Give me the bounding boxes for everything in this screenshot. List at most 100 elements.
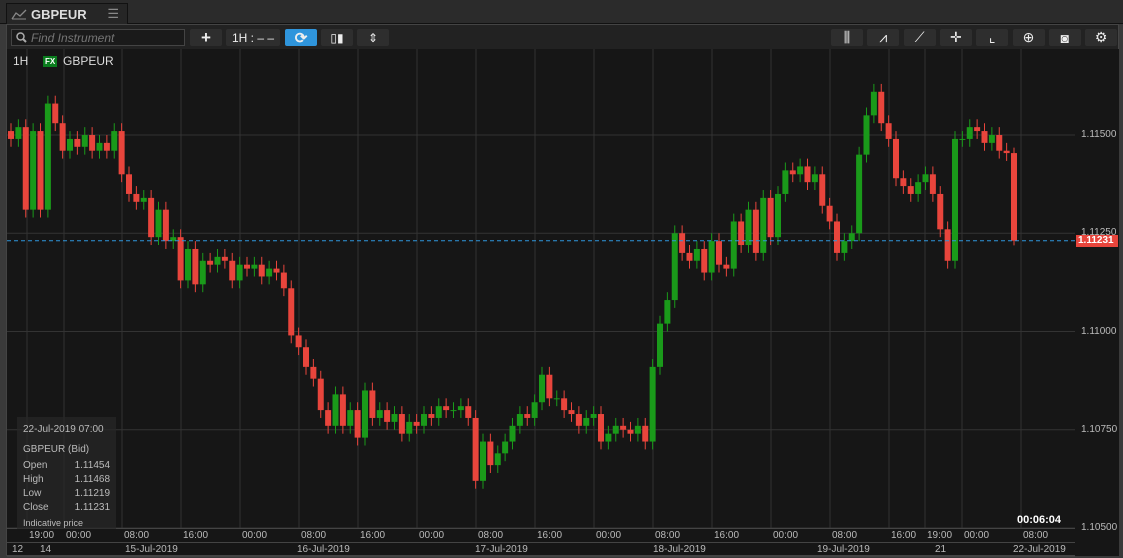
price-axis[interactable]: 1.11231 1.11500 1.11250 1.11000 1.10750 1.10… [1075,49,1119,556]
studies-button[interactable]: ⩘ [867,29,900,46]
hour-tick: 16:00 [183,530,209,541]
candle-body [15,127,22,139]
candle-body [44,103,51,210]
hour-tick: 00:00 [773,530,799,541]
candle [30,123,37,218]
camera-button[interactable]: ◙ [1048,29,1081,46]
candle [221,248,228,269]
layout-button[interactable]: ▯▮ [321,29,353,46]
candle-body [162,209,169,242]
candle-body [347,410,354,426]
price-tick: 1.11000 [1081,325,1117,337]
candle [192,241,199,293]
price-tick: 1.10750 [1081,423,1118,435]
candle [782,162,789,202]
candle [81,127,88,155]
candle-body [199,260,206,285]
candle [494,445,501,473]
candle-body [664,300,671,324]
candle-body [310,366,317,379]
find-instrument[interactable] [11,29,185,46]
info-key: Low [23,488,42,499]
candle [929,166,936,202]
candle [870,83,877,124]
candle [738,213,745,253]
candle [885,115,892,147]
candle-body [878,91,885,124]
candle [531,394,538,426]
candle [686,245,693,269]
tab-gbpeur[interactable]: GBPEUR ☰ [6,3,128,24]
candle [376,402,383,426]
refresh-button[interactable]: ⟳ [285,29,317,47]
candle-body [421,414,427,426]
add-button[interactable]: + [190,28,222,47]
candle [502,433,509,462]
candle-body [922,174,929,183]
candle-body [575,414,582,426]
candle-body [679,233,686,253]
candle-body [428,414,435,418]
candle-body [605,433,612,442]
candle [89,127,96,159]
candle-body [258,264,265,277]
curve-button[interactable]: ⌞ [976,29,1009,46]
interval-button[interactable]: 1H : – – [226,29,280,46]
fx-badge: FX [43,56,58,67]
candle [22,119,29,218]
candle-body [273,268,280,273]
candle [317,370,324,418]
candle-body [22,127,29,210]
hamburger-menu-icon[interactable]: ☰ [107,6,119,22]
candle [988,127,995,151]
trendline-icon: ⟋ [914,29,925,45]
candle [819,166,826,214]
candle [44,95,51,218]
info-value: 1.11231 [74,502,110,513]
candle [627,421,634,442]
date-tick: 19-Jul-2019 [817,544,870,555]
candle-body [509,425,516,442]
candle-body [74,138,81,147]
candle-body [966,127,973,139]
candle [590,406,597,426]
search-input[interactable] [31,30,181,45]
gear-button[interactable]: ⚙ [1085,29,1118,46]
candle [384,402,391,430]
candle [811,166,818,191]
candle-body [8,131,14,139]
info-row-high: High 1.11468 [23,473,110,487]
time-axis[interactable]: 19:00 00:00 08:00 16:00 00:00 08:00 16:00 00:00… [7,528,1075,557]
trendline-button[interactable]: ⟋ [903,29,936,46]
candle-body [295,335,302,348]
zoom-button[interactable]: ⊕ [1012,29,1045,46]
candle [428,406,435,426]
resize-button[interactable]: ⇕ [357,29,389,46]
candle-body [148,197,155,238]
candle [730,213,737,277]
candlestick-chart[interactable] [7,49,1075,528]
candle-body [782,170,789,194]
candle-body [531,402,538,418]
candle [789,162,796,183]
candle [664,292,671,332]
candle [856,146,863,242]
candle-body [834,221,840,253]
candle-body [988,135,995,143]
info-row-open: Open 1.11454 [23,459,110,473]
candle-body [244,264,250,269]
candle [148,190,155,246]
candle-body [280,272,287,289]
candle-body [723,264,730,269]
zoom-icon: ⊕ [1022,29,1035,45]
candle [671,225,678,308]
candle-body [251,264,258,269]
candle-body [221,256,228,261]
candle-body [1011,153,1017,241]
candle [273,260,280,281]
info-title: GBPEUR (Bid) [23,444,90,455]
candle-body [716,241,722,265]
crosshair-button[interactable]: ✛ [939,29,972,46]
indicators-button[interactable]: ⫼ [831,29,863,46]
candle-body [391,414,398,422]
